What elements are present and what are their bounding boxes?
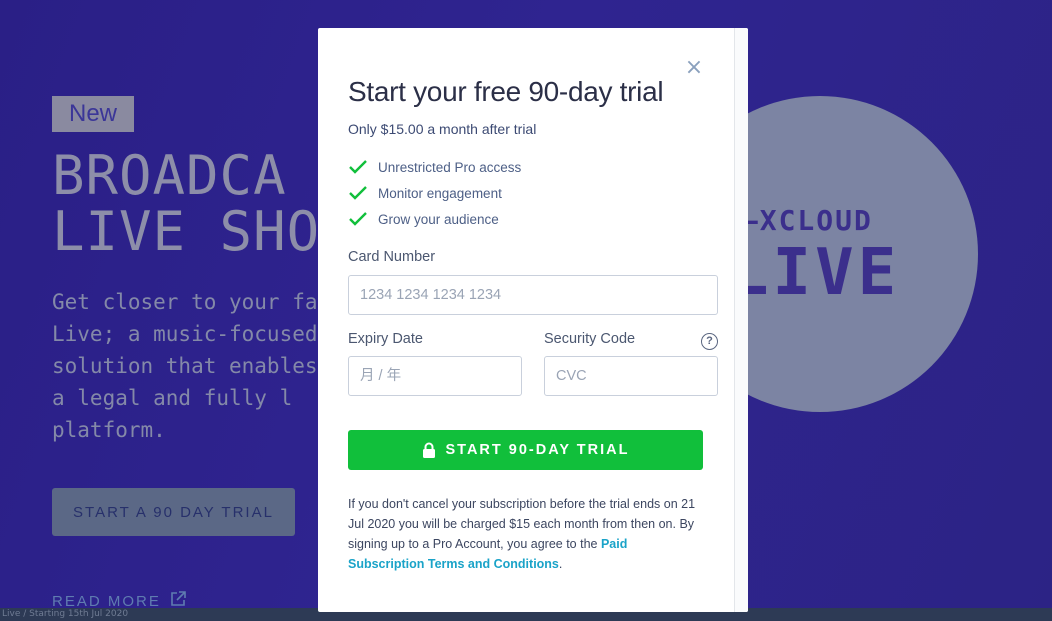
start-trial-button[interactable]: START 90-DAY TRIAL — [348, 430, 703, 470]
lock-icon — [422, 442, 435, 458]
card-number-label: Card Number — [348, 249, 436, 265]
modal-scrollbar[interactable] — [734, 28, 748, 612]
security-code-input[interactable] — [544, 356, 718, 396]
help-icon[interactable]: ? — [701, 333, 718, 350]
modal-subtitle: Only $15.00 a month after trial — [348, 121, 537, 137]
trial-modal: × Start your free 90-day trial Only $15.… — [318, 28, 748, 612]
list-item: Grow your audience — [348, 206, 521, 232]
feature-label: Unrestricted Pro access — [378, 159, 522, 175]
feature-list: Unrestricted Pro access Monitor engageme… — [348, 154, 521, 232]
expiry-date-input[interactable] — [348, 356, 522, 396]
check-icon — [349, 212, 367, 226]
modal-title: Start your free 90-day trial — [348, 76, 664, 107]
feature-label: Monitor engagement — [378, 185, 502, 201]
disclaimer-body: If you don't cancel your subscription be… — [348, 497, 696, 551]
check-icon — [349, 160, 367, 174]
list-item: Monitor engagement — [348, 180, 521, 206]
start-trial-button-label: START 90-DAY TRIAL — [445, 442, 630, 458]
expiry-date-label: Expiry Date — [348, 331, 423, 347]
card-number-input[interactable] — [348, 275, 718, 315]
disclaimer-text: If you don't cancel your subscription be… — [348, 497, 696, 571]
feature-label: Grow your audience — [378, 211, 499, 227]
close-icon[interactable]: × — [684, 57, 704, 79]
list-item: Unrestricted Pro access — [348, 154, 521, 180]
security-code-label: Security Code — [544, 331, 636, 347]
check-icon — [349, 186, 367, 200]
